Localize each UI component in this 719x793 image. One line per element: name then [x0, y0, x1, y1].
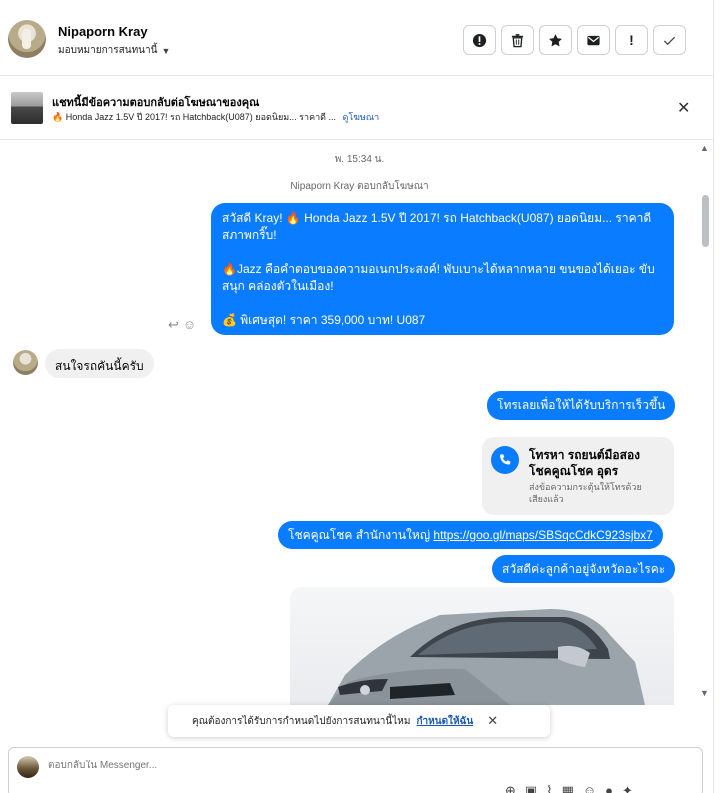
outgoing-message[interactable]: สวัสดีค่ะลูกค้าอยู่จังหวัดอะไรคะ — [492, 555, 676, 583]
caret-down-icon: ▼ — [161, 45, 171, 56]
star-button[interactable] — [539, 25, 572, 55]
ad-message-line3: 💰 พิเศษสุด! ราคา 359,000 บาท! U087 — [222, 313, 426, 327]
ad-banner-text: 🔥 Honda Jazz 1.5V ปี 2017! รถ Hatchback(… — [52, 112, 336, 122]
mark-done-button[interactable] — [653, 25, 686, 55]
close-icon[interactable]: ✕ — [487, 713, 498, 729]
scroll-down-icon[interactable]: ▼ — [700, 688, 709, 698]
message-composer: ⊕ ▣ ⌇ ▦ ☺ ● ✦ — [8, 747, 703, 793]
phone-icon — [491, 446, 519, 474]
ad-banner-subtitle: 🔥 Honda Jazz 1.5V ปี 2017! รถ Hatchback(… — [52, 110, 379, 124]
mark-unread-button[interactable] — [577, 25, 610, 55]
ad-message-line2: 🔥Jazz คือคำตอบของความอเนกประสงค์! พับเบา… — [222, 262, 655, 293]
reply-input[interactable] — [48, 760, 448, 771]
emoji-reaction-icon[interactable]: ☺ — [183, 317, 196, 333]
conversation-header: Nipaporn Kray มอบหมายการสนทนานี้ ▼ ! — [0, 0, 713, 76]
exclamation-icon: ! — [629, 32, 634, 48]
outgoing-message[interactable]: โทรเลยเพื่อให้ได้รับบริการเร็วขึ้น — [487, 391, 676, 420]
star-icon — [549, 33, 562, 46]
car-photo[interactable] — [290, 587, 674, 705]
header-actions: ! — [463, 25, 686, 55]
scroll-up-icon[interactable]: ▲ — [700, 143, 709, 153]
sticker-icon[interactable]: ● — [605, 783, 613, 793]
check-icon — [663, 36, 676, 45]
attach-icon[interactable]: ⌇ — [546, 783, 552, 793]
incoming-message[interactable]: สนใจรถคันนี้ครับ — [45, 349, 154, 378]
assign-label: มอบหมายการสนทนานี้ — [58, 45, 158, 56]
contact-name[interactable]: Nipaporn Kray — [58, 24, 148, 39]
add-person-icon[interactable]: ⊕ — [505, 783, 516, 793]
call-card-subtitle: ส่งข้อความกระตุ้นให้โทรด้วยเสียงแล้ว — [529, 482, 642, 504]
outgoing-ad-message[interactable]: สวัสดี Kray! 🔥 Honda Jazz 1.5V ปี 2017! … — [211, 203, 674, 335]
avatar — [13, 350, 38, 375]
composer-toolbar: ⊕ ▣ ⌇ ▦ ☺ ● ✦ — [505, 783, 633, 793]
ad-thumbnail[interactable] — [11, 92, 43, 124]
view-ad-link[interactable]: ดูโฆษณา — [343, 112, 380, 122]
toast-text: คุณต้องการได้รับการกำหนดไปยังการสนทนานี้… — [192, 715, 411, 727]
office-message-text: โชคคูณโชค สำนักงานใหญ่ — [288, 528, 431, 542]
delete-button[interactable] — [501, 25, 534, 55]
report-button[interactable] — [463, 25, 496, 55]
call-card-title: โทรหา รถยนต์มือสอง โชคคูณโชค อุดร — [529, 448, 641, 478]
envelope-icon — [587, 35, 600, 45]
assign-to-me-link[interactable]: กำหนดให้ฉัน — [416, 714, 473, 729]
scrollbar-thumb[interactable] — [702, 195, 709, 247]
message-timestamp: พ. 15:34 น. — [334, 154, 385, 165]
avatar[interactable] — [8, 20, 46, 58]
grid-icon[interactable]: ▦ — [562, 783, 574, 793]
outgoing-message[interactable]: โชคคูณโชค สำนักงานใหญ่ https://goo.gl/ma… — [278, 521, 663, 549]
emoji-icon[interactable]: ☺ — [583, 783, 596, 793]
close-icon[interactable]: ✕ — [677, 98, 690, 118]
assign-toast: คุณต้องการได้รับการกำหนดไปยังการสนทนานี้… — [168, 705, 550, 737]
follow-up-button[interactable]: ! — [615, 25, 648, 55]
reply-icon[interactable]: ↩ — [168, 317, 179, 333]
map-link[interactable]: https://goo.gl/maps/SBSqcCdkC923sjbx7 — [433, 528, 652, 542]
ad-banner-title: แชทนี้มีข้อความตอบกลับต่อโฆษณาของคุณ — [52, 97, 260, 109]
page-avatar — [17, 756, 39, 778]
ad-message-line1: สวัสดี Kray! 🔥 Honda Jazz 1.5V ปี 2017! … — [222, 211, 652, 242]
alert-circle-icon — [472, 33, 487, 47]
call-request-card[interactable]: โทรหา รถยนต์มือสอง โชคคูณโชค อุดร ส่งข้อ… — [482, 437, 674, 515]
gift-icon[interactable]: ▣ — [525, 783, 537, 793]
panel-divider — [713, 0, 714, 793]
trash-icon — [511, 33, 524, 47]
message-actions: ↩ ☺ — [168, 317, 196, 333]
car-illustration — [328, 609, 645, 705]
reply-note: Nipaporn Kray ตอบกลับโฆษณา — [290, 181, 429, 192]
assign-dropdown[interactable]: มอบหมายการสนทนานี้ ▼ — [58, 43, 170, 58]
sparkle-icon[interactable]: ✦ — [622, 783, 633, 793]
